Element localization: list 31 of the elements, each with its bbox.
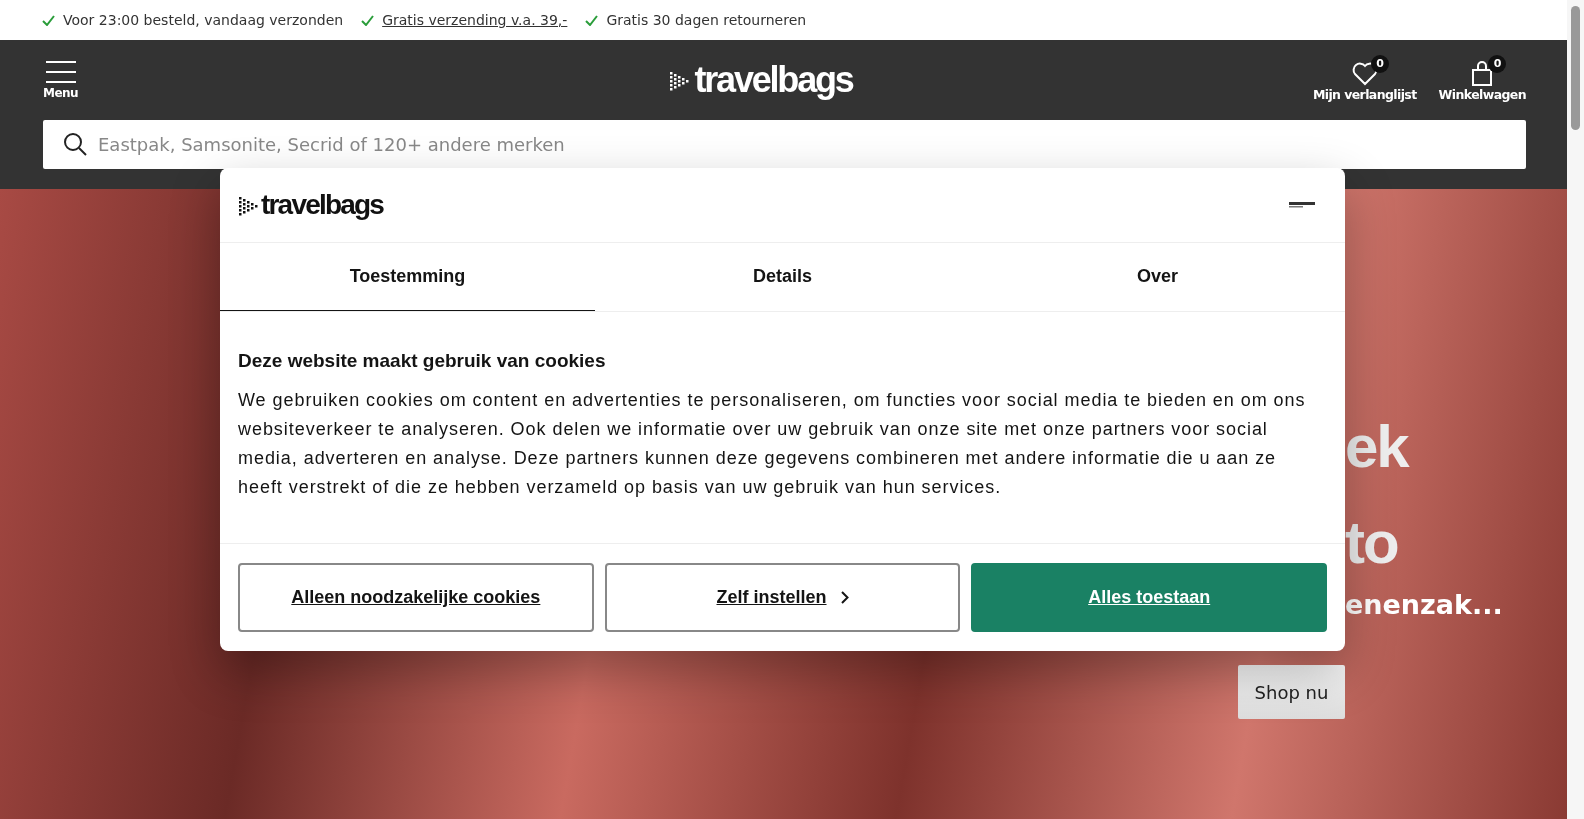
hero-subtitle: enenzak... [1345, 588, 1503, 622]
dialog-tab[interactable]: Details [595, 243, 970, 311]
usp-text: Voor 23:00 besteld, vandaag verzonden [63, 12, 344, 28]
hero-title: ek [1345, 412, 1410, 482]
scrollbar-thumb[interactable] [1571, 6, 1580, 130]
hero-title: to [1345, 508, 1399, 578]
usp-text: Gratis 30 dagen retourneren [606, 12, 807, 28]
dotted-arrow-icon [668, 69, 691, 91]
dialog-tab[interactable]: Over [970, 243, 1345, 311]
menu-icon [44, 60, 77, 84]
shipping-link[interactable]: Gratis verzending v.a. 39,- [382, 12, 568, 28]
dialog-logo: travelbags [261, 189, 384, 221]
menu-button[interactable]: Menu [43, 60, 79, 100]
site-logo[interactable]: travelbags [694, 59, 853, 101]
allow-all-button[interactable]: Alles toestaan [971, 563, 1327, 632]
checkmark-icon [361, 14, 375, 26]
dotted-arrow-icon [237, 194, 259, 216]
dialog-tab[interactable]: Toestemming [220, 243, 595, 311]
dialog-text: We gebruiken cookies om content en advertenties te personaliseren, om functies voor social media te bieden en om ons websiteverkeer te analyseren. Ook delen we informatie over uw gebruik van onze site met onze partners voor social media, adverteren en analyse. Deze partners kunnen deze gegevens combineren met andere informatie die u aan ze heeft verstrekt of die ze hebben verzameld op basis van uw gebruik van hun services. [238, 389, 1307, 499]
chevron-right-icon [840, 591, 849, 604]
wishlist-count: 0 [1370, 54, 1389, 73]
shop-now-button[interactable]: Shop nu [1238, 665, 1345, 719]
necessary-cookies-button[interactable]: Alleen noodzakelijke cookies [238, 563, 594, 632]
settings-button[interactable]: Zelf instellen [604, 563, 961, 632]
dialog-heading: Deze website maakt gebruik van cookies [238, 350, 607, 372]
search-field[interactable]: Eastpak, Samsonite, Secrid of 120+ andere merken [43, 120, 1526, 169]
brand-logo-icon [1289, 201, 1315, 209]
scrollbar[interactable] [1567, 0, 1584, 819]
checkmark-icon [585, 14, 599, 26]
cart-count: 0 [1488, 54, 1507, 73]
checkmark-icon [42, 14, 55, 26]
